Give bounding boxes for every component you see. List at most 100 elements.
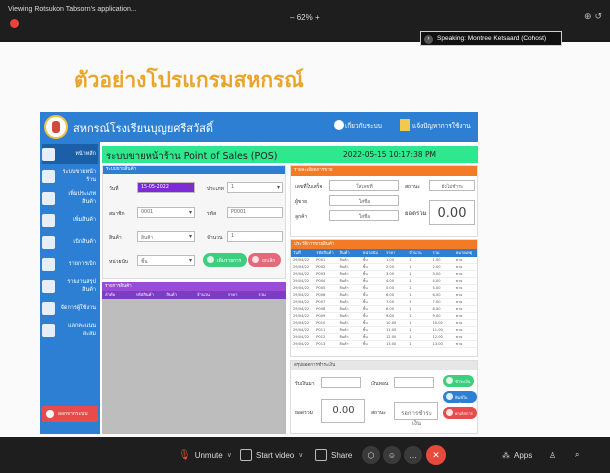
cart-columns: ลำดับ รหัสสินค้า สินค้า จำนวน ราคา รวม (102, 291, 286, 299)
history-row[interactable]: 29/04/22 P010 สินค้า ชิ้น 10.00 1 10.00 ขาย (291, 320, 477, 327)
apps-button[interactable]: ⁂ Apps (502, 447, 532, 463)
history-row[interactable]: 29/04/22 P007 สินค้า ชิ้น 7.00 1 7.00 ขาย (291, 299, 477, 306)
qty-input[interactable]: 1 (227, 231, 283, 242)
apps-icon: ⁂ (502, 450, 510, 460)
info-icon[interactable] (334, 120, 344, 130)
emoji-button[interactable]: ☺ (383, 446, 401, 464)
history-cell: 29/04/22 (293, 279, 310, 283)
cashier-input[interactable]: ใส่ชื่อ (329, 195, 399, 206)
pos-main: ระบบขายหน้าร้าน Point of Sales (POS) 202… (102, 142, 478, 434)
history-row[interactable]: 29/04/22 P004 สินค้า ชิ้น 4.00 1 4.00 ขาย (291, 278, 477, 285)
start-video-button[interactable]: Start video ∨ (240, 447, 303, 463)
sidebar-item-report[interactable]: รายงานสรุปสินค้า (42, 276, 98, 296)
history-columns: วันที่ รหัสสินค้า สินค้า หน่วยนับ ราคา จำนวน ร… (291, 249, 477, 257)
change-label: เงินทอน (371, 381, 389, 387)
add-item-button[interactable]: เพิ่มรายการ (203, 253, 248, 267)
cart-col: ราคา (227, 292, 238, 297)
receipt-input[interactable]: ใส่เลขที่ (329, 180, 399, 191)
history-cell: ขาย (455, 286, 463, 290)
sidebar-item-home[interactable]: หน้าหลัก (42, 144, 98, 164)
zoom-plus-icon[interactable]: + (315, 13, 320, 22)
chevron-right-icon[interactable]: › (424, 35, 433, 44)
logout-button[interactable]: ออกจากระบบ (42, 406, 98, 422)
home-icon (42, 147, 55, 161)
date-select[interactable]: 15-05-2022 (137, 182, 195, 193)
history-row[interactable]: 29/04/22 P005 สินค้า ชิ้น 5.00 1 5.00 ขาย (291, 285, 477, 292)
history-row[interactable]: 29/04/22 P009 สินค้า ชิ้น 9.00 1 9.00 ขาย (291, 313, 477, 320)
customer-input[interactable]: ใส่ชื่อ (329, 210, 399, 221)
history-cell: สินค้า (339, 258, 349, 262)
zoom-minus-icon[interactable]: – (290, 13, 294, 22)
participants-button[interactable]: ♙ (549, 447, 556, 463)
history-cell: 1.00 (432, 258, 441, 262)
unit-label: หน่วยนับ (109, 259, 129, 265)
sidebar-item-withdraw[interactable]: เบิกสินค้า (42, 232, 98, 252)
history-cell: ขาย (455, 328, 463, 332)
whiteboard-button[interactable]: ⌕ (575, 447, 579, 463)
history-row[interactable]: 29/04/22 P003 สินค้า ชิ้น 3.00 1 3.00 ขาย (291, 271, 477, 278)
history-cell: 12.00 (386, 335, 397, 339)
history-cell: 2.00 (386, 265, 395, 269)
sidebar-item-pos[interactable]: ระบบขายหน้าร้าน (42, 166, 98, 186)
payment-status: รอการชำระเงิน (394, 402, 438, 427)
history-row[interactable]: 29/04/22 P013 สินค้า ชิ้น 13.00 1 13.00 ขาย (291, 341, 477, 348)
pos-title-bar: ระบบขายหน้าร้าน Point of Sales (POS) 202… (102, 146, 478, 163)
history-cell: 6.00 (432, 293, 441, 297)
type-label: ประเภท (207, 186, 224, 192)
leave-button[interactable]: ✕ (426, 445, 446, 465)
manual-icon[interactable] (400, 119, 410, 131)
payment-total: 0.00 (321, 399, 365, 423)
history-cell: 29/04/22 (293, 321, 310, 325)
history-row[interactable]: 29/04/22 P001 สินค้า ชิ้น 1.00 1 1.00 ขาย (291, 257, 477, 264)
cancel-sale-button[interactable]: ยกเลิกการขาย (443, 407, 477, 423)
item-select[interactable]: สินค้า (137, 231, 195, 242)
sidebar-item-withdraw-list[interactable]: รายการเบิก (42, 254, 98, 274)
sidebar-item-users[interactable]: จัดการผู้ใช้งาน (42, 298, 98, 318)
code-input[interactable]: P0001 (227, 207, 283, 218)
about-link[interactable]: เกี่ยวกับระบบ (345, 121, 382, 131)
history-cell: ขาย (455, 300, 463, 304)
cancel-item-button[interactable]: ยกเลิก (248, 253, 282, 267)
print-receipt-button[interactable]: พิมพ์ใบเสร็จ (443, 391, 477, 407)
history-cell: 1 (409, 314, 412, 318)
received-input[interactable] (321, 377, 361, 388)
history-row[interactable]: 29/04/22 P012 สินค้า ชิ้น 12.00 1 12.00 ขาย (291, 334, 477, 341)
zoom-level[interactable]: – 62% + (290, 13, 320, 22)
sidebar-item-add-category[interactable]: เพิ่มประเภทสินค้า (42, 188, 98, 208)
history-cell: P005 (316, 286, 326, 290)
history-row[interactable]: 29/04/22 P006 สินค้า ชิ้น 6.00 1 6.00 ขาย (291, 292, 477, 299)
history-cell: 1 (409, 286, 412, 290)
reactions-button[interactable]: ⬡ (362, 446, 380, 464)
chevron-down-icon[interactable]: ∨ (227, 451, 232, 459)
history-cell: P003 (316, 272, 326, 276)
points-icon (42, 323, 55, 337)
unit-select[interactable]: ชิ้น (137, 255, 195, 266)
history-cell: ชิ้น (362, 314, 368, 318)
sidebar-item-points[interactable]: แลกคะแนนสะสม (42, 320, 98, 340)
chevron-down-icon[interactable]: ∨ (298, 451, 303, 459)
history-cell: P006 (316, 293, 326, 297)
more-button[interactable]: … (404, 446, 422, 464)
cart-header: รายการสินค้า (102, 282, 286, 291)
sidebar: หน้าหลัก ระบบขายหน้าร้าน เพิ่มประเภทสินค… (40, 142, 100, 434)
sale-form-panel: ระบบขายสินค้า วันที่ 15-05-2022 ประเภท 1… (102, 165, 286, 279)
history-cell: 4.00 (386, 279, 395, 283)
pay-button[interactable]: ชำระเงิน (443, 375, 475, 387)
history-row[interactable]: 29/04/22 P008 สินค้า ชิ้น 8.00 1 8.00 ขาย (291, 306, 477, 313)
history-cell: ชิ้น (362, 335, 368, 339)
share-button[interactable]: Share (315, 447, 352, 463)
history-cell: 1 (409, 328, 412, 332)
history-row[interactable]: 29/04/22 P011 สินค้า ชิ้น 11.00 1 11.00 ขาย (291, 327, 477, 334)
history-cell: 29/04/22 (293, 307, 310, 311)
person-icon: ♙ (549, 450, 557, 460)
emoji-icon: ☺ (387, 450, 397, 460)
history-cell: สินค้า (339, 279, 349, 283)
history-row[interactable]: 29/04/22 P002 สินค้า ชิ้น 2.00 1 2.00 ขาย (291, 264, 477, 271)
unmute-button[interactable]: 🎙 Unmute ∨ (178, 447, 232, 463)
history-cell: ขาย (455, 265, 463, 269)
manual-link[interactable]: แจ้งปัญหาการใช้งาน (412, 121, 471, 131)
sidebar-item-add-product[interactable]: เพิ่มสินค้า (42, 210, 98, 230)
type-select[interactable]: 1 (227, 182, 283, 193)
member-select[interactable]: 0001 (137, 207, 195, 218)
view-options-icon[interactable]: ⊕ ↺ (584, 12, 602, 22)
